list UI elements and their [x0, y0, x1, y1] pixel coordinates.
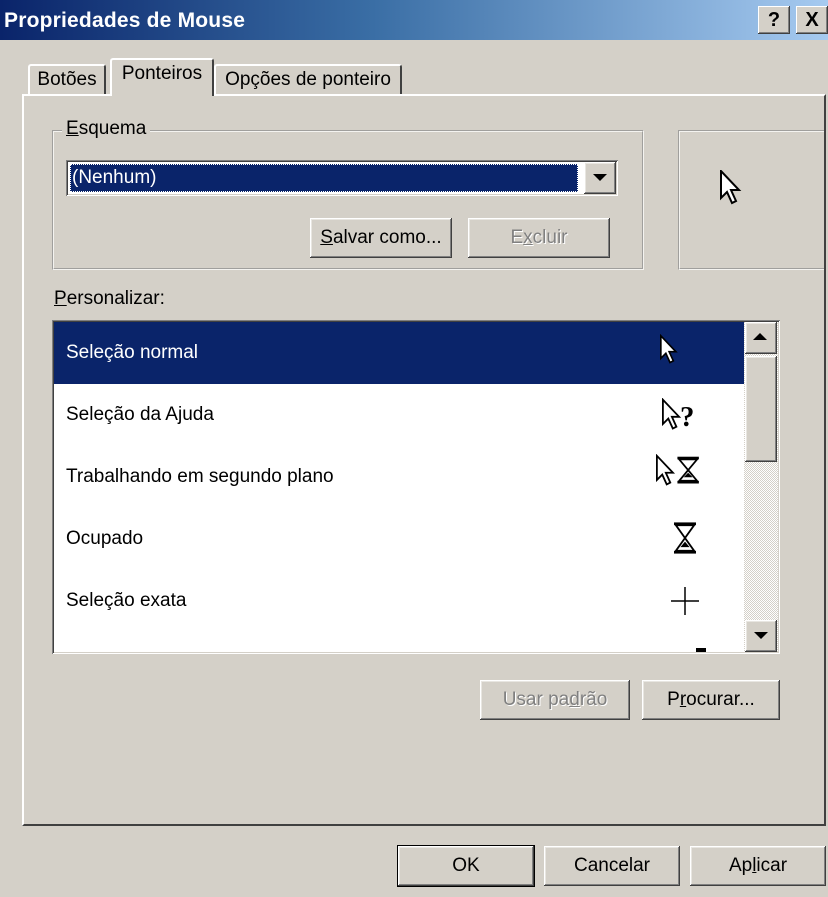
close-button[interactable]: X: [796, 6, 828, 34]
help-cursor-icon: ?: [656, 384, 716, 446]
working-cursor-icon: [656, 446, 716, 508]
ok-button[interactable]: OK: [397, 845, 535, 887]
list-item-selecao-da-ajuda[interactable]: Seleção da Ajuda ?: [54, 384, 746, 446]
tab-opcoes-de-ponteiro[interactable]: Opções de ponteiro: [214, 64, 402, 96]
scroll-up-button[interactable]: [745, 322, 777, 354]
list-item-label: Seleção normal: [66, 342, 199, 363]
crosshair-cursor-icon: [656, 570, 716, 632]
chevron-up-icon: [753, 333, 767, 340]
scroll-down-button[interactable]: [745, 620, 777, 652]
cursor-preview: [678, 130, 824, 270]
tab-label: Opções de ponteiro: [225, 69, 391, 90]
scheme-dropdown[interactable]: (Nenhum): [66, 160, 618, 196]
apply-button[interactable]: Aplicar: [690, 846, 826, 886]
scheme-group-label: Esquema: [62, 118, 151, 140]
list-item-label: Trabalhando em segundo plano: [66, 466, 334, 487]
help-button[interactable]: ?: [758, 6, 790, 34]
list-scrollbar[interactable]: [744, 322, 778, 652]
scroll-thumb[interactable]: [745, 356, 777, 462]
list-item-trabalhando-em-segundo-plano[interactable]: Trabalhando em segundo plano: [54, 446, 746, 508]
list-item-label: Seleção da Ajuda: [66, 404, 214, 425]
tab-ponteiros[interactable]: Ponteiros: [110, 58, 214, 96]
customize-label: Personalizar:: [54, 288, 165, 309]
cancel-button[interactable]: Cancelar: [544, 846, 680, 886]
svg-text:?: ?: [680, 401, 694, 432]
delete-button[interactable]: Excluir: [468, 218, 610, 258]
use-default-button[interactable]: Usar padrão: [480, 680, 630, 720]
active-tab-joint: [112, 94, 212, 97]
cursor-list[interactable]: Seleção normal Seleção da Ajuda ? Trabal…: [52, 320, 780, 654]
arrow-cursor-preview-icon: [720, 170, 742, 205]
hourglass-cursor-icon: [656, 508, 716, 570]
tab-label: Ponteiros: [121, 63, 203, 84]
list-item-selecao-normal[interactable]: Seleção normal: [54, 322, 746, 384]
save-as-button[interactable]: Salvar como...: [310, 218, 452, 258]
tab-botoes[interactable]: Botões: [28, 64, 106, 96]
list-item-ocupado[interactable]: Ocupado: [54, 508, 746, 570]
list-item-selecao-exata[interactable]: Seleção exata: [54, 570, 746, 632]
mouse-properties-dialog: Propriedades de Mouse ? X Botões Ponteir…: [0, 0, 828, 897]
window-title: Propriedades de Mouse: [4, 9, 246, 32]
browse-button[interactable]: Procurar...: [642, 680, 780, 720]
list-item-label: Seleção exata: [66, 590, 187, 611]
scheme-selected-value: (Nenhum): [70, 164, 578, 192]
dropdown-button[interactable]: [584, 162, 616, 194]
partial-next-cursor-icon: [696, 648, 706, 652]
arrow-cursor-icon: [656, 322, 716, 384]
list-item-label: Ocupado: [66, 528, 144, 549]
tab-label: Botões: [37, 69, 97, 90]
title-bar[interactable]: Propriedades de Mouse ? X: [0, 0, 828, 40]
chevron-down-icon: [593, 174, 607, 181]
chevron-down-icon: [754, 632, 768, 639]
